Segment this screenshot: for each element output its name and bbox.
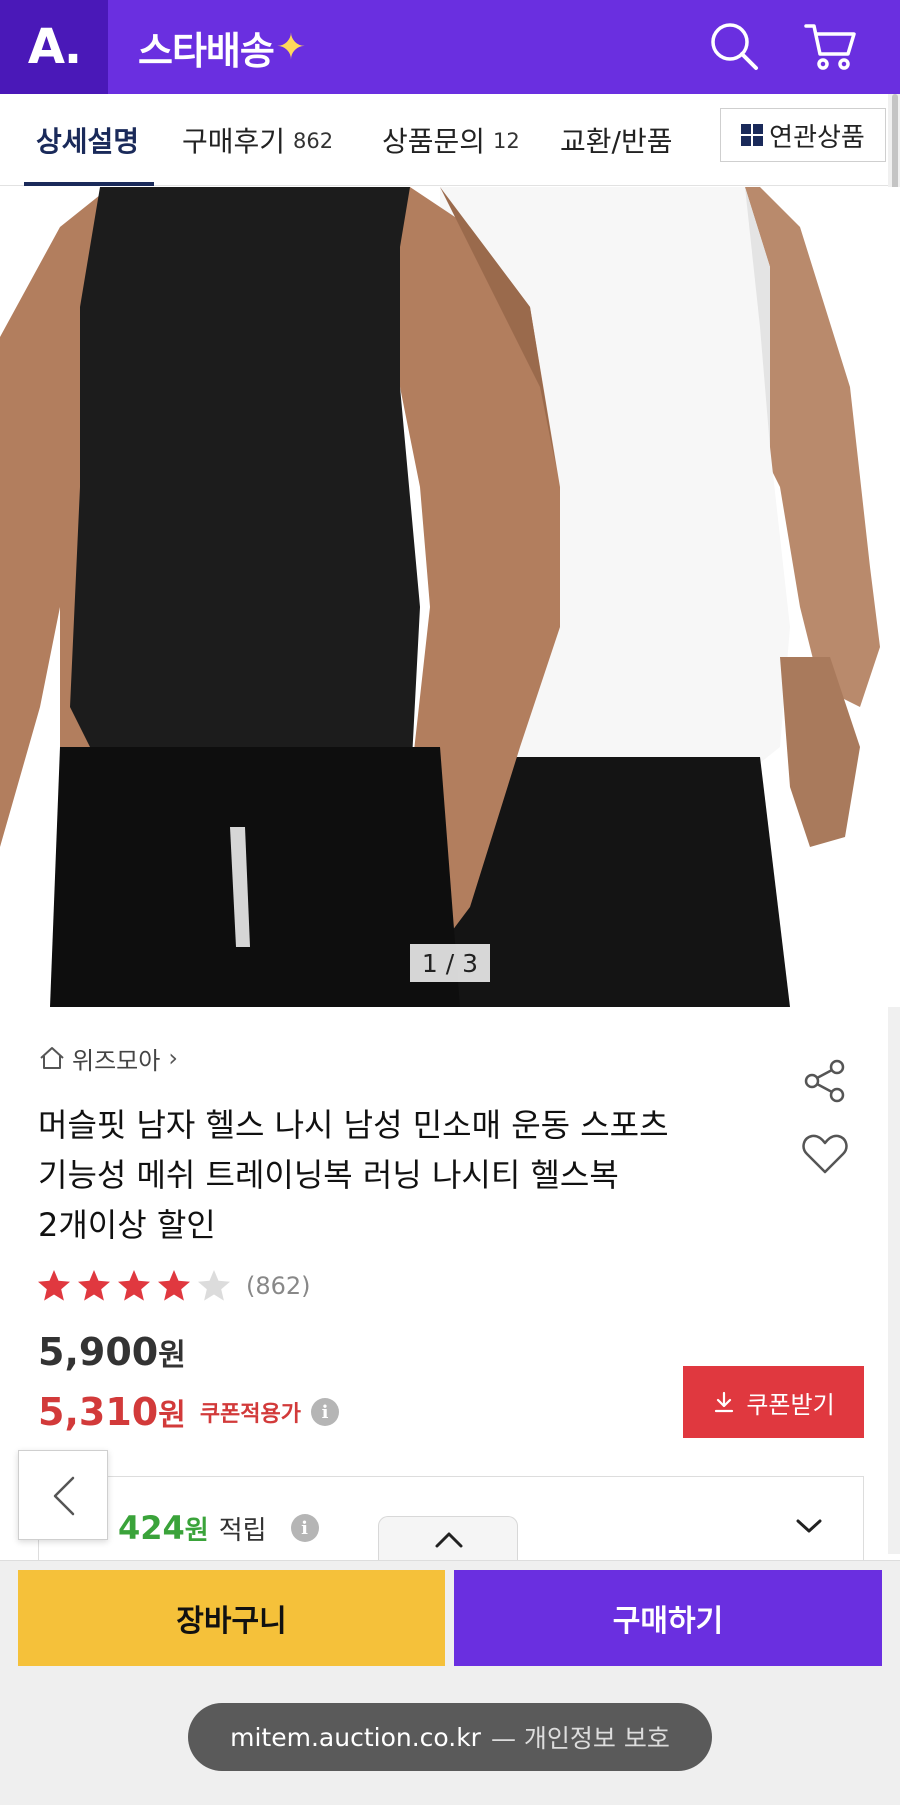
buy-now-button[interactable]: 구매하기	[454, 1570, 882, 1666]
chevron-down-icon[interactable]	[794, 1514, 824, 1538]
price-unit: 원	[158, 1398, 186, 1433]
chevron-up-icon	[435, 1532, 463, 1548]
back-button[interactable]	[18, 1450, 108, 1540]
info-icon[interactable]: i	[290, 1514, 319, 1542]
related-products-button[interactable]: 연관상품	[720, 108, 886, 162]
rating-stars	[36, 1268, 236, 1304]
coupon-price-label: 쿠폰적용가	[199, 1402, 302, 1427]
tank-top-photo	[0, 187, 900, 1007]
expand-options-tab[interactable]	[378, 1516, 518, 1562]
get-coupon-button[interactable]: 쿠폰받기	[683, 1366, 864, 1438]
chevron-left-icon	[53, 1476, 75, 1516]
coupon-price: 5,310 원 쿠폰적용가 i	[38, 1386, 340, 1438]
active-tab-indicator	[24, 182, 154, 186]
url-domain: mitem.auction.co.kr	[230, 1722, 481, 1752]
shop-icon	[40, 1047, 64, 1069]
product-title: 머슬핏 남자 헬스 나시 남성 민소매 운동 스포츠 기능성 메쉬 트레이닝복 …	[38, 1100, 738, 1250]
star-delivery-label: 스타배송	[138, 28, 275, 73]
tab-count: 12	[493, 129, 520, 153]
product-image[interactable]	[0, 187, 900, 1007]
download-icon	[715, 1391, 734, 1413]
star-rating[interactable]: (862)	[36, 1266, 311, 1306]
title-line: 기능성 메쉬 트레이닝복 러닝 나시티 헬스복	[38, 1156, 619, 1194]
tab-label: 상세설명	[36, 125, 140, 158]
heart-icon[interactable]	[800, 1130, 850, 1178]
auction-logo[interactable]: A.	[0, 0, 108, 94]
tab-description[interactable]: 상세설명	[36, 94, 139, 186]
cart-icon[interactable]	[802, 18, 858, 74]
points-label: 적립	[218, 1515, 267, 1546]
top-header: A. 스타배송 ✦	[0, 0, 900, 94]
tab-count: 862	[293, 129, 334, 153]
search-icon[interactable]	[706, 18, 762, 74]
logo-text: A.	[27, 19, 82, 75]
sparkle-icon: ✦	[275, 26, 306, 68]
image-page-indicator: 1 / 3	[410, 944, 490, 982]
tab-label: 상품문의	[382, 125, 486, 158]
review-count: (862)	[246, 1272, 311, 1300]
tab-label: 구매후기	[182, 125, 286, 158]
title-line: 2개이상 할인	[38, 1206, 216, 1244]
browser-url-bar[interactable]: mitem.auction.co.kr — 개인정보 보호	[188, 1703, 712, 1771]
points-amount: 424	[118, 1509, 185, 1547]
tab-exchange-return[interactable]: 교환/반품	[560, 94, 672, 186]
privacy-label: — 개인정보 보호	[490, 1724, 670, 1753]
info-icon[interactable]: i	[311, 1398, 340, 1426]
original-price-amount: 5,900	[38, 1330, 159, 1374]
add-to-cart-button[interactable]: 장바구니	[18, 1570, 445, 1666]
get-coupon-label: 쿠폰받기	[746, 1391, 835, 1419]
related-products-label: 연관상품	[769, 122, 865, 153]
share-icon[interactable]	[800, 1056, 850, 1106]
points-unit: 원	[184, 1515, 209, 1546]
coupon-price-amount: 5,310	[38, 1390, 159, 1434]
star-delivery-banner[interactable]: 스타배송 ✦	[138, 20, 306, 74]
seller-link[interactable]: 위즈모아 ›	[38, 1040, 178, 1076]
detail-tabs: 상세설명 구매후기 862 상품문의 12 교환/반품 연관상품	[0, 94, 888, 186]
title-line: 머슬핏 남자 헬스 나시 남성 민소매 운동 스포츠	[38, 1106, 669, 1144]
points-info: 424 원 적립 i	[118, 1506, 319, 1550]
tab-label: 교환/반품	[560, 125, 673, 158]
chevron-right-icon: ›	[168, 1044, 178, 1072]
tab-reviews[interactable]: 구매후기 862	[182, 94, 333, 186]
seller-name: 위즈모아	[72, 1046, 161, 1075]
grid-icon	[741, 124, 764, 146]
price-unit: 원	[158, 1338, 186, 1373]
stars-icon	[38, 1270, 230, 1301]
tab-qna[interactable]: 상품문의 12	[382, 94, 520, 186]
original-price: 5,900원	[38, 1330, 186, 1374]
